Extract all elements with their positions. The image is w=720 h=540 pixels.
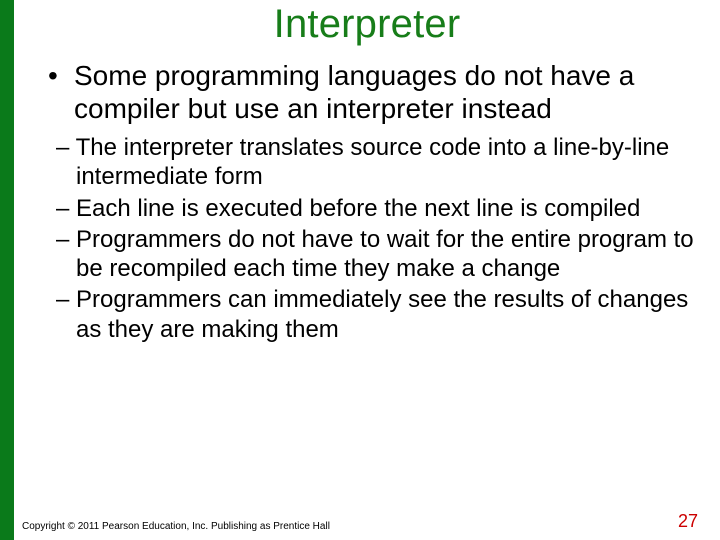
bullet-text: Programmers do not have to wait for the …	[76, 226, 694, 282]
dash-icon: –	[56, 195, 76, 222]
bullet-text: The interpreter translates source code i…	[76, 134, 670, 190]
dash-icon: –	[56, 226, 76, 253]
bullet-list-level1: Some programming languages do not have a…	[14, 59, 720, 125]
bullet-text: Each line is executed before the next li…	[76, 195, 640, 222]
list-item: – Each line is executed before the next …	[56, 194, 696, 223]
list-item: – Programmers do not have to wait for th…	[56, 225, 696, 284]
page-number: 27	[678, 511, 698, 532]
list-item: Some programming languages do not have a…	[48, 59, 700, 125]
bullet-text: Programmers can immediately see the resu…	[76, 286, 688, 342]
list-item: – Programmers can immediately see the re…	[56, 285, 696, 344]
copyright-text: Copyright © 2011 Pearson Education, Inc.…	[22, 521, 330, 532]
bullet-text: Some programming languages do not have a…	[74, 60, 634, 124]
list-item: – The interpreter translates source code…	[56, 133, 696, 192]
slide-title: Interpreter	[14, 2, 720, 47]
slide-content: Interpreter Some programming languages d…	[14, 0, 720, 540]
dash-icon: –	[56, 286, 76, 313]
dash-icon: –	[56, 134, 76, 161]
bullet-list-level2: – The interpreter translates source code…	[14, 133, 720, 344]
accent-stripe	[0, 0, 14, 540]
